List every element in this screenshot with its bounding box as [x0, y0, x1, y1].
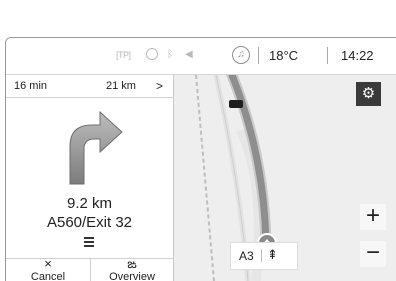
- lane-guidance-icon: ⇞: [267, 247, 278, 262]
- guidance-panel: 16 min 21 km > 9.2 km A560/Exit 32 × Can…: [6, 75, 174, 281]
- phone-icon: [146, 48, 158, 60]
- status-divider: [327, 47, 328, 64]
- current-road-name: A3: [239, 249, 254, 263]
- clock: 14:22: [341, 48, 374, 63]
- maneuver-road: A560/Exit 32: [46, 214, 133, 231]
- infotainment-screen: [TP] ᛒ ◀ ♫ 18°C 14:22 16 min 21 km > 9.2…: [5, 37, 396, 281]
- status-bar: [TP] ᛒ ◀ ♫ 18°C 14:22: [6, 38, 396, 75]
- zoom-out-button[interactable]: −: [360, 241, 386, 267]
- traffic-program-icon: [TP]: [116, 50, 131, 60]
- guidance-buttons: × Cancel ఙ Overview: [6, 256, 173, 281]
- settings-gear-icon[interactable]: ⚙: [356, 82, 381, 106]
- chevron-right-icon[interactable]: >: [156, 79, 163, 93]
- remaining-distance: 21 km: [106, 80, 136, 92]
- turn-right-arrow-icon: [69, 110, 123, 185]
- route-overview-icon: ఙ: [127, 256, 137, 271]
- bluetooth-icon: ᛒ: [167, 49, 173, 60]
- current-road-badge: A3 ⇞: [230, 242, 298, 270]
- maneuver-distance: 9.2 km: [66, 195, 112, 212]
- overview-button[interactable]: ఙ Overview: [91, 256, 173, 281]
- zoom-in-button[interactable]: +: [360, 204, 386, 230]
- badge-divider: [261, 249, 262, 262]
- mute-icon: ◀: [185, 49, 193, 60]
- cancel-button[interactable]: × Cancel: [6, 256, 91, 281]
- music-note-icon[interactable]: ♫: [232, 46, 250, 64]
- list-icon[interactable]: [83, 236, 95, 248]
- status-divider: [258, 47, 259, 64]
- exit-marker: [229, 100, 243, 108]
- remaining-time: 16 min: [14, 80, 48, 92]
- close-icon: ×: [44, 256, 52, 271]
- trip-summary[interactable]: 16 min 21 km >: [6, 75, 173, 98]
- outside-temperature: 18°C: [269, 48, 299, 63]
